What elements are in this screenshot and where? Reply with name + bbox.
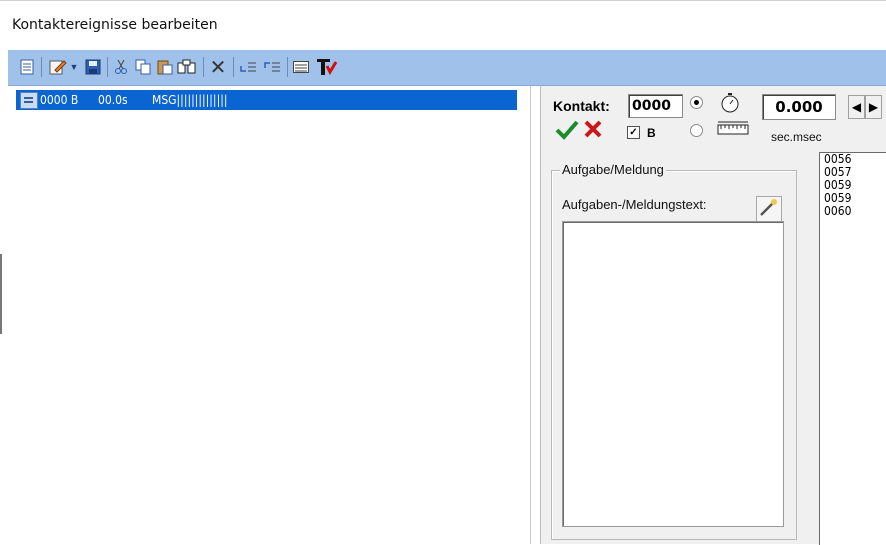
new-page-icon[interactable] [18,57,36,77]
copy-icon[interactable] [134,57,152,77]
dropdown-arrow-icon[interactable]: ▼ [69,57,79,77]
insert-before-icon[interactable] [238,57,258,77]
toolbar-separator [107,57,108,77]
kontakt-label: Kontakt: [553,98,610,114]
grid-icon[interactable] [291,57,311,77]
next-arrow-icon[interactable]: ▶ [865,95,882,119]
ruler-icon [717,120,749,141]
confirm-check-icon[interactable] [555,120,579,145]
kontakt-radio[interactable] [690,96,703,109]
insert-after-icon[interactable] [262,57,282,77]
toolbar-separator [233,57,234,77]
prev-arrow-icon[interactable]: ◀ [848,95,865,119]
save-icon[interactable] [84,57,102,77]
text-t-icon[interactable] [315,57,339,77]
time-input[interactable]: 0.000 [762,94,836,120]
cancel-x-icon[interactable] [583,119,603,144]
event-list: 0000 B 00.0s MSG|||||||||||||| [8,86,531,544]
magic-wand-icon[interactable] [756,196,782,222]
row-time: 00.0s [98,93,128,107]
b-label: B [647,126,656,140]
divider [0,254,2,334]
stopwatch-icon [719,92,741,119]
unit-radio[interactable] [690,124,703,137]
find-icon[interactable] [176,57,198,77]
delete-icon[interactable]: ✕ [208,57,228,79]
editor-panel: Kontakt: 0000 0.000 ◀ ▶ ✓ B sec.msec Auf… [540,86,886,545]
edit-icon[interactable] [48,57,68,77]
list-item[interactable]: 0000 B 00.0s MSG|||||||||||||| [16,90,517,110]
kontakt-input[interactable]: 0000 [628,94,683,118]
toolbar-separator [287,57,288,77]
event-icon [20,92,38,109]
group-title: Aufgabe/Meldung [560,162,666,177]
toolbar: ▼ ✕ [8,50,886,86]
toolbar-separator [203,57,204,77]
list-item[interactable]: 0060 [820,205,886,218]
paste-icon[interactable] [156,57,174,77]
task-message-group: Aufgabe/Meldung Aufgaben-/Meldungstext: [551,162,797,540]
contact-number-list[interactable]: 0056 0057 0059 0059 0060 [819,152,886,545]
row-contact: 0000 B [40,93,79,107]
cut-icon[interactable] [112,57,130,77]
task-text-label: Aufgaben-/Meldungstext: [562,197,707,212]
b-checkbox[interactable]: ✓ [627,126,640,139]
toolbar-separator [41,57,42,77]
unit-label: sec.msec [771,130,822,144]
task-text-area[interactable] [562,221,784,527]
row-message: MSG|||||||||||||| [152,93,228,107]
title-bar: Kontaktereignisse bearbeiten [0,0,886,50]
window-title: Kontaktereignisse bearbeiten [12,17,218,33]
